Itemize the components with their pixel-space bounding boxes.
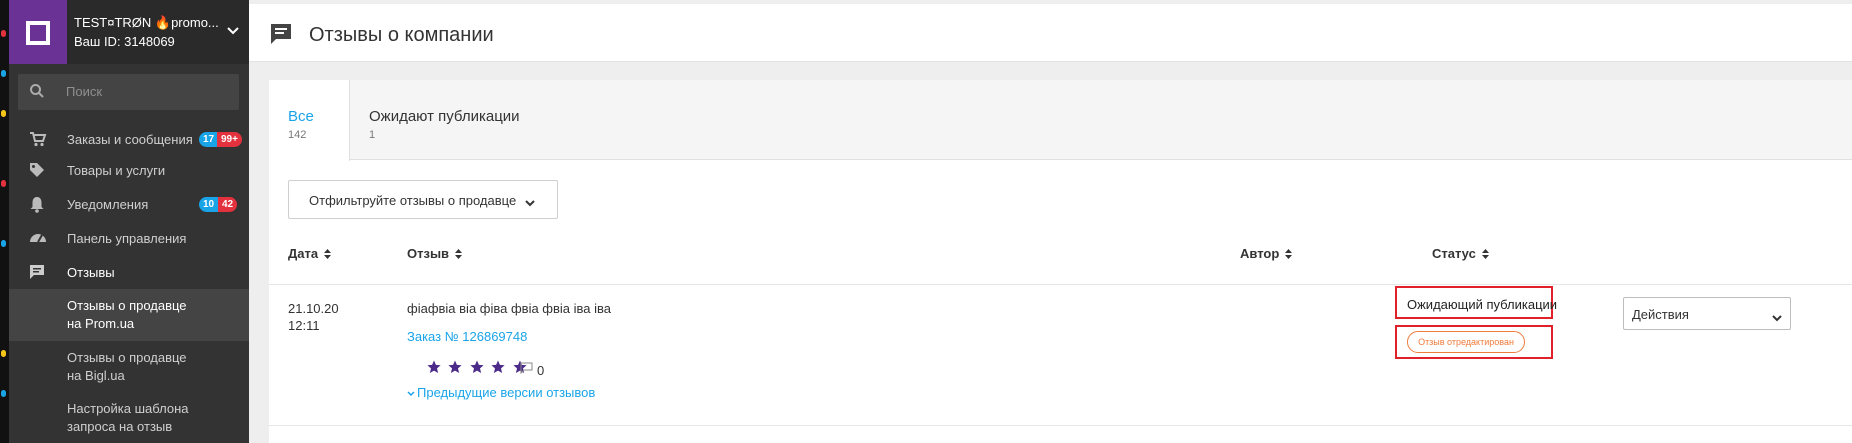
sidebar-item-reviews[interactable]: Отзывы <box>9 255 249 289</box>
order-link[interactable]: Заказ № 126869748 <box>407 329 527 344</box>
tab-count: 1 <box>369 129 376 141</box>
sidebar: TEST¤TRØN 🔥promo... Ваш ID: 3148069 Поис… <box>9 0 249 443</box>
gauge-icon <box>29 230 47 249</box>
review-date: 21.10.20 <box>288 301 339 316</box>
edge-marker <box>1 110 6 117</box>
divider <box>269 284 1852 285</box>
status-text: Ожидающий публикации <box>1407 297 1558 312</box>
sidebar-item-label: Товары и услуги <box>67 163 166 178</box>
rating-stars <box>427 360 530 379</box>
sidebar-subitem-review-template[interactable]: Настройка шаблона запроса на отзыв <box>9 392 249 443</box>
chevron-down-icon <box>407 391 415 397</box>
edge-marker <box>1 30 6 37</box>
status-highlight: Ожидающий публикации <box>1395 286 1557 319</box>
sidebar-item-label: Панель управления <box>67 231 187 246</box>
account-name: TEST¤TRØN 🔥promo... <box>74 15 219 30</box>
edge-marker <box>1 70 6 77</box>
tab-count: 142 <box>288 129 307 141</box>
edge-marker <box>1 390 6 397</box>
edited-highlight: Отзыв отредактирован <box>1395 325 1553 359</box>
column-header-label: Дата <box>288 246 319 261</box>
page-header: Отзывы о компании <box>249 4 1852 62</box>
previous-versions-label: Предыдущие версии отзывов <box>417 385 596 400</box>
review-time: 12:11 <box>288 318 320 333</box>
sidebar-item-label: Уведомления <box>67 197 149 212</box>
main-content: Отзывы о компании Все 142 Ожидают публик… <box>249 0 1852 443</box>
filter-label: Отфильтруйте отзывы о продавце <box>309 193 517 208</box>
sidebar-item-label: Заказы и сообщения <box>67 132 193 147</box>
sort-icon <box>455 247 463 262</box>
chevron-down-icon[interactable] <box>227 24 239 38</box>
bell-icon <box>29 196 45 218</box>
notifications-count-badge: 10 <box>199 197 219 212</box>
tab-all[interactable]: Все 142 <box>269 80 350 161</box>
account-switcher[interactable]: TEST¤TRØN 🔥promo... Ваш ID: 3148069 <box>9 0 249 64</box>
tab-label: Ожидают публикации <box>369 108 520 125</box>
edge-marker <box>1 350 6 357</box>
column-header-author[interactable]: Автор <box>1240 246 1293 262</box>
edge-marker <box>1 180 6 187</box>
tag-icon <box>29 162 45 183</box>
star-icon <box>491 360 505 379</box>
subitem-label-line1: Отзывы о продавце <box>67 350 187 365</box>
subitem-label-line1: Настройка шаблона <box>67 401 189 416</box>
tab-pending[interactable]: Ожидают публикации 1 <box>350 80 530 161</box>
comment-icon <box>29 264 45 285</box>
subitem-label-line2: запроса на отзыв <box>67 419 173 434</box>
subitem-label-line2: на Bigl.ua <box>67 368 125 383</box>
messages-count-badge: 99+ <box>217 132 242 147</box>
comment-icon <box>269 22 293 51</box>
edited-badge: Отзыв отредактирован <box>1407 331 1525 353</box>
filter-dropdown[interactable]: Отфильтруйте отзывы о продавце <box>288 180 558 219</box>
actions-dropdown[interactable]: Действия <box>1623 297 1791 330</box>
edge-marker <box>1 240 6 247</box>
account-id: Ваш ID: 3148069 <box>74 34 175 49</box>
chevron-down-icon <box>1772 309 1782 327</box>
alerts-count-badge: 42 <box>218 197 238 212</box>
sidebar-subitem-bigl-reviews[interactable]: Отзывы о продавце на Bigl.ua <box>9 341 249 392</box>
sort-icon <box>1481 247 1489 262</box>
tab-label: Все <box>288 108 314 125</box>
star-icon <box>470 360 484 379</box>
search-placeholder: Поиск <box>66 84 103 99</box>
edited-badge-label: Отзыв отредактирован <box>1418 337 1514 347</box>
previous-versions-link[interactable]: Предыдущие версии отзывов <box>407 385 595 400</box>
search-icon <box>29 83 45 104</box>
logo-square-icon <box>26 21 50 45</box>
tabs-bar: Все 142 Ожидают публикации 1 <box>269 80 1852 161</box>
sort-icon <box>1285 247 1293 262</box>
divider <box>269 425 1852 426</box>
sidebar-item-label: Отзывы <box>67 265 115 280</box>
column-header-status[interactable]: Статус <box>1432 246 1489 262</box>
column-header-review[interactable]: Отзыв <box>407 246 463 262</box>
star-icon <box>427 360 441 379</box>
sidebar-subitem-prom-reviews[interactable]: Отзывы о продавце на Prom.ua <box>9 289 249 341</box>
search-input[interactable]: Поиск <box>18 74 239 110</box>
page-title: Отзывы о компании <box>309 24 494 46</box>
subitem-label-line1: Отзывы о продавце <box>67 298 187 313</box>
column-header-label: Отзыв <box>407 246 450 261</box>
orders-count-badge: 17 <box>199 132 219 147</box>
star-icon <box>448 360 463 379</box>
cart-icon <box>29 131 47 152</box>
company-logo <box>9 0 67 64</box>
review-text: фіафвіа віа фіва фвіа фвіа іва іва <box>407 301 612 316</box>
sort-icon <box>324 247 332 262</box>
chevron-down-icon <box>525 194 535 212</box>
column-header-label: Статус <box>1432 246 1476 261</box>
column-header-label: Автор <box>1240 246 1280 261</box>
sidebar-item-products[interactable]: Товары и услуги <box>9 153 249 187</box>
sidebar-item-orders[interactable]: Заказы и сообщения 17 99+ <box>9 122 249 156</box>
subitem-label-line2: на Prom.ua <box>67 316 135 331</box>
comment-icon[interactable] <box>520 361 533 379</box>
column-header-date[interactable]: Дата <box>288 246 332 262</box>
actions-label: Действия <box>1632 307 1689 322</box>
sidebar-item-dashboard[interactable]: Панель управления <box>9 221 249 255</box>
sidebar-item-notifications[interactable]: Уведомления 10 42 <box>9 187 249 221</box>
reviews-card: Все 142 Ожидают публикации 1 Отфильтруйт… <box>269 80 1852 443</box>
comment-count: 0 <box>537 363 545 378</box>
screen-edge <box>0 0 9 443</box>
